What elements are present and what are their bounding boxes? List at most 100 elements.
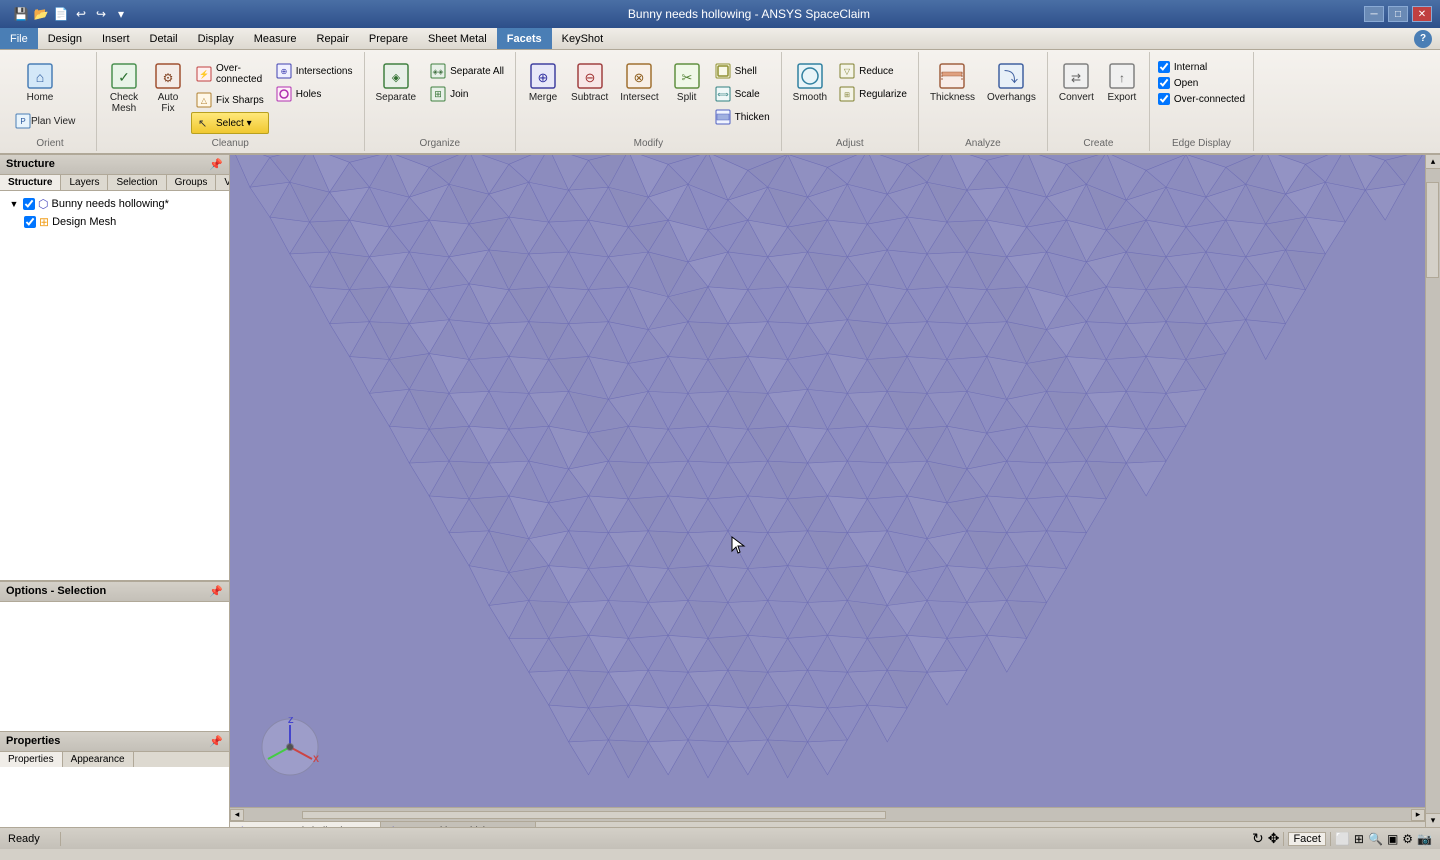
intersect-button[interactable]: ⊗ Intersect [615,56,663,107]
reduce-button[interactable]: ▽ Reduce [834,60,912,82]
tab-layers[interactable]: Layers [61,175,108,190]
minimize-button[interactable]: ─ [1364,6,1384,22]
pin-icon[interactable]: 📌 [209,158,223,171]
scrollbar-thumb[interactable] [302,811,886,819]
design-mesh-checkbox[interactable] [24,216,36,228]
scroll-up-button[interactable]: ▴ [1426,155,1440,169]
over-connected-button[interactable]: ⚡ Over-connected [191,60,269,88]
tab-second-label: Bunny without thickness* [402,826,513,827]
viewport-tab-active[interactable]: ⬡ Bunny needs hollowing* ✕ [230,822,381,827]
viewport-tab-second[interactable]: ⬡ Bunny without thickness* ✕ [381,822,536,827]
subtract-button[interactable]: ⊖ Subtract [566,56,613,107]
menu-file[interactable]: File [0,28,38,49]
menu-detail[interactable]: Detail [140,28,188,49]
plan-view-label: Plan View [31,116,75,127]
camera-icon[interactable]: 📷 [1417,832,1432,846]
internal-label: Internal [1174,62,1207,73]
select-button[interactable]: ↖ Select ▾ [191,112,269,134]
dropdown-icon[interactable]: ▾ [112,5,130,23]
undo-icon[interactable]: ↩ [72,5,90,23]
intersections-button[interactable]: ⊕ Intersections [271,60,358,82]
open-checkbox[interactable]: Open [1156,76,1200,90]
menu-prepare[interactable]: Prepare [359,28,418,49]
fix-sharps-button[interactable]: △ Fix Sharps [191,89,269,111]
tab-close-icon[interactable]: ✕ [363,826,371,827]
separate-button[interactable]: ◈ Separate [371,56,422,107]
over-connected-edge-checkbox-input[interactable] [1158,93,1170,105]
undo-arrow-icon[interactable]: ↪ [92,5,110,23]
close-button[interactable]: ✕ [1412,6,1432,22]
expand-root-icon[interactable]: ▼ [8,198,20,210]
settings-icon[interactable]: ⚙ [1402,832,1413,846]
thicken-button[interactable]: Thicken [710,106,775,128]
tab-next-icon[interactable]: ▸ [1407,826,1412,827]
shell-button[interactable]: Shell [710,60,775,82]
new-icon[interactable]: 📄 [52,5,70,23]
home-button[interactable]: ⌂ Home [10,56,70,107]
properties-pin-icon[interactable]: 📌 [209,735,223,748]
menu-display[interactable]: Display [188,28,244,49]
convert-button[interactable]: ⇄ Convert [1054,56,1099,107]
pan-mode-icon[interactable]: ✥ [1268,830,1280,847]
save-icon[interactable]: 💾 [12,5,30,23]
scale-button[interactable]: ⟺ Scale [710,83,775,105]
holes-button[interactable]: Holes [271,83,358,105]
vscroll-track[interactable] [1426,169,1440,813]
menu-design[interactable]: Design [38,28,92,49]
fit-icon[interactable]: ⊞ [1354,832,1364,846]
tab-structure[interactable]: Structure [0,175,61,190]
display-mode-icon[interactable]: ▣ [1387,832,1398,846]
scroll-left-button[interactable]: ◂ [230,809,244,821]
menu-sheetmetal[interactable]: Sheet Metal [418,28,497,49]
tree-child-design-mesh[interactable]: ⊞ Design Mesh [4,213,225,231]
open-icon[interactable]: 📂 [32,5,50,23]
help-button[interactable]: ? [1414,30,1432,48]
auto-fix-button[interactable]: ⚙ AutoFix [147,56,189,118]
rotate-mode-icon[interactable]: ↻ [1252,830,1264,847]
tab-prev-icon[interactable]: ◂ [1400,826,1405,827]
tab-appearance[interactable]: Appearance [63,752,134,767]
maximize-button[interactable]: □ [1388,6,1408,22]
open-checkbox-input[interactable] [1158,77,1170,89]
view-cube-icon[interactable]: ⬜ [1335,832,1350,846]
tab-selection[interactable]: Selection [108,175,166,190]
zoom-icon[interactable]: 🔍 [1368,832,1383,846]
menu-measure[interactable]: Measure [244,28,307,49]
vertical-scrollbar[interactable]: ▴ ▾ [1425,155,1440,827]
options-pin-icon[interactable]: 📌 [209,585,223,598]
internal-checkbox[interactable]: Internal [1156,60,1209,74]
edge-display-label: Edge Display [1172,136,1231,149]
scroll-right-button[interactable]: ▸ [1411,809,1425,821]
export-button[interactable]: ↑ Export [1101,56,1143,107]
regularize-button[interactable]: ⊞ Regularize [834,83,912,105]
viewport-canvas[interactable]: Z X [230,155,1425,807]
internal-checkbox-input[interactable] [1158,61,1170,73]
join-button[interactable]: ⊞ Join [425,83,509,105]
plan-view-button[interactable]: P Plan View [10,109,90,133]
merge-button[interactable]: ⊕ Merge [522,56,564,107]
check-mesh-button[interactable]: ✓ CheckMesh [103,56,145,118]
root-checkbox[interactable] [23,198,35,210]
split-button[interactable]: ✂ Split [666,56,708,107]
overhangs-button[interactable]: ⤵ Overhangs [982,56,1041,107]
over-connected-edge-checkbox[interactable]: Over-connected [1156,92,1247,106]
smooth-button[interactable]: Smooth [788,56,832,107]
tree-root[interactable]: ▼ ⬡ Bunny needs hollowing* [4,195,225,213]
horizontal-scrollbar[interactable]: ◂ ▸ [230,807,1425,821]
menu-keyshot[interactable]: KeyShot [552,28,614,49]
menu-facets[interactable]: Facets [497,28,552,49]
scrollbar-track[interactable] [244,811,1411,819]
viewport: Z X ◂ ▸ ⬡ [230,155,1425,827]
vscroll-thumb[interactable] [1426,182,1439,279]
tab2-close-icon[interactable]: ✕ [519,826,527,827]
thickness-button[interactable]: Thickness [925,56,980,107]
tab-properties[interactable]: Properties [0,752,63,767]
separate-all-button[interactable]: ◈◈ Separate All [425,60,509,82]
tab-groups[interactable]: Groups [167,175,217,190]
tab-close-all-icon[interactable]: ✕ [1413,826,1421,827]
menu-insert[interactable]: Insert [92,28,140,49]
tab-views[interactable]: Views [216,175,229,190]
scroll-down-button[interactable]: ▾ [1426,813,1440,827]
menu-repair[interactable]: Repair [307,28,359,49]
facet-mode-label[interactable]: Facet [1288,832,1326,846]
